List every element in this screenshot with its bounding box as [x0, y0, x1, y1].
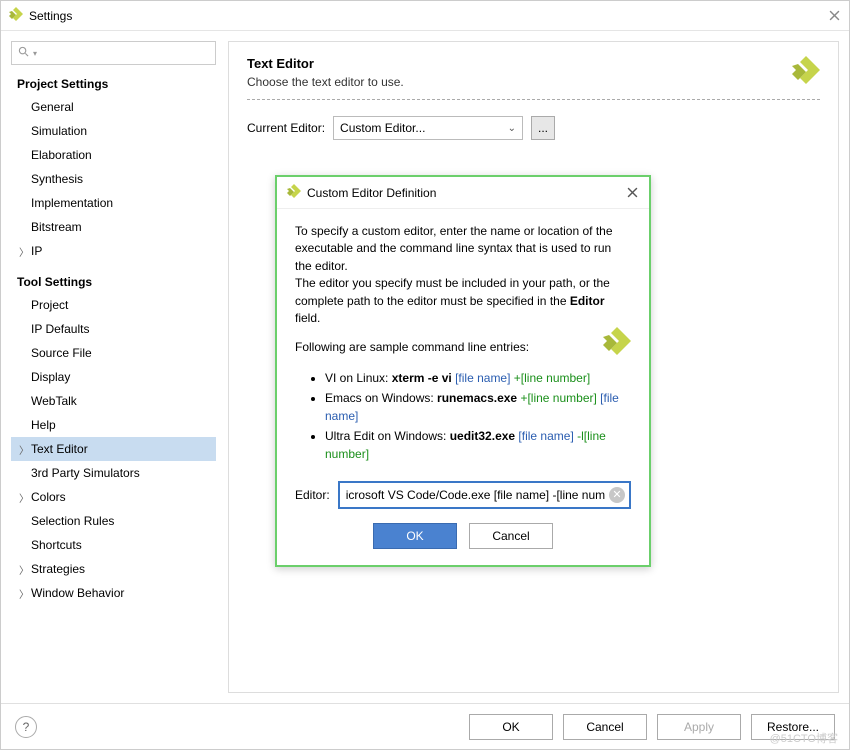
close-icon[interactable] — [827, 9, 841, 23]
project-settings-tree: General Simulation Elaboration Synthesis… — [11, 95, 216, 263]
app-logo-icon — [287, 184, 301, 201]
tree-item-project[interactable]: Project — [11, 293, 216, 317]
tree-item-ip-defaults[interactable]: IP Defaults — [11, 317, 216, 341]
search-icon — [18, 46, 29, 60]
list-item: Ultra Edit on Windows: uedit32.exe [file… — [325, 427, 631, 463]
chevron-right-icon: 〉 — [19, 490, 31, 505]
settings-window: Settings ▾ Project Settings General Simu… — [0, 0, 850, 750]
cancel-button[interactable]: Cancel — [563, 714, 647, 740]
tree-item-webtalk[interactable]: WebTalk — [11, 389, 216, 413]
vivado-logo-icon — [792, 56, 820, 87]
tree-item-simulation[interactable]: Simulation — [11, 119, 216, 143]
footer: ? OK Cancel Apply Restore... — [1, 703, 849, 749]
dropdown-caret-icon: ▾ — [33, 49, 37, 58]
list-item: VI on Linux: xterm -e vi [file name] +[l… — [325, 369, 631, 387]
search-input[interactable] — [41, 46, 209, 60]
chevron-right-icon: 〉 — [19, 562, 31, 577]
dialog-text: To specify a custom editor, enter the na… — [295, 223, 631, 327]
chevron-right-icon: 〉 — [19, 244, 31, 259]
app-logo-icon — [9, 7, 23, 24]
dialog-text: Following are sample command line entrie… — [295, 339, 631, 356]
help-button[interactable]: ? — [15, 716, 37, 738]
current-editor-label: Current Editor: — [247, 121, 325, 135]
editor-label: Editor: — [295, 488, 330, 502]
dialog-body: To specify a custom editor, enter the na… — [277, 209, 649, 565]
editor-value: icrosoft VS Code/Code.exe [file name] -[… — [346, 488, 605, 502]
tree-item-elaboration[interactable]: Elaboration — [11, 143, 216, 167]
tree-item-colors[interactable]: 〉Colors — [11, 485, 216, 509]
tree-item-implementation[interactable]: Implementation — [11, 191, 216, 215]
tree-item-ip[interactable]: 〉IP — [11, 239, 216, 263]
chevron-down-icon: ⌄ — [508, 123, 516, 134]
chevron-right-icon: 〉 — [19, 442, 31, 457]
tree-item-source-file[interactable]: Source File — [11, 341, 216, 365]
help-icon: ? — [23, 720, 30, 734]
tree-item-general[interactable]: General — [11, 95, 216, 119]
browse-button[interactable]: ... — [531, 116, 555, 140]
apply-button[interactable]: Apply — [657, 714, 741, 740]
tree-item-display[interactable]: Display — [11, 365, 216, 389]
ok-button[interactable]: OK — [373, 523, 457, 549]
list-item: Emacs on Windows: runemacs.exe +[line nu… — [325, 389, 631, 425]
editor-input[interactable]: icrosoft VS Code/Code.exe [file name] -[… — [338, 481, 631, 509]
dialog-titlebar: Custom Editor Definition — [277, 177, 649, 209]
clear-icon[interactable]: ✕ — [609, 487, 625, 503]
sidebar: ▾ Project Settings General Simulation El… — [11, 41, 216, 693]
tool-settings-header: Tool Settings — [11, 275, 216, 289]
divider — [247, 99, 820, 100]
search-box[interactable]: ▾ — [11, 41, 216, 65]
tree-item-window-behavior[interactable]: 〉Window Behavior — [11, 581, 216, 605]
chevron-right-icon: 〉 — [19, 586, 31, 601]
tree-item-bitstream[interactable]: Bitstream — [11, 215, 216, 239]
dialog-buttons: OK Cancel — [295, 523, 631, 549]
project-settings-header: Project Settings — [11, 77, 216, 91]
current-editor-select[interactable]: Custom Editor... ⌄ — [333, 116, 523, 140]
dialog-title: Custom Editor Definition — [307, 186, 625, 200]
tree-item-selection-rules[interactable]: Selection Rules — [11, 509, 216, 533]
tree-item-synthesis[interactable]: Synthesis — [11, 167, 216, 191]
window-title: Settings — [29, 9, 827, 23]
ok-button[interactable]: OK — [469, 714, 553, 740]
page-subtitle: Choose the text editor to use. — [247, 75, 820, 89]
vivado-logo-icon — [603, 327, 631, 358]
editor-row: Editor: icrosoft VS Code/Code.exe [file … — [295, 481, 631, 509]
tree-item-shortcuts[interactable]: Shortcuts — [11, 533, 216, 557]
tree-item-strategies[interactable]: 〉Strategies — [11, 557, 216, 581]
tree-item-text-editor[interactable]: 〉Text Editor — [11, 437, 216, 461]
tree-item-3rd-party-simulators[interactable]: 3rd Party Simulators — [11, 461, 216, 485]
current-editor-row: Current Editor: Custom Editor... ⌄ ... — [247, 116, 820, 140]
cancel-button[interactable]: Cancel — [469, 523, 553, 549]
restore-button[interactable]: Restore... — [751, 714, 835, 740]
custom-editor-dialog: Custom Editor Definition To specify a cu… — [275, 175, 651, 567]
tool-settings-tree: Project IP Defaults Source File Display … — [11, 293, 216, 605]
page-title: Text Editor — [247, 56, 820, 71]
close-icon[interactable] — [625, 186, 639, 200]
titlebar: Settings — [1, 1, 849, 31]
tree-item-help[interactable]: Help — [11, 413, 216, 437]
sample-list: VI on Linux: xterm -e vi [file name] +[l… — [295, 369, 631, 463]
select-value: Custom Editor... — [340, 121, 425, 135]
